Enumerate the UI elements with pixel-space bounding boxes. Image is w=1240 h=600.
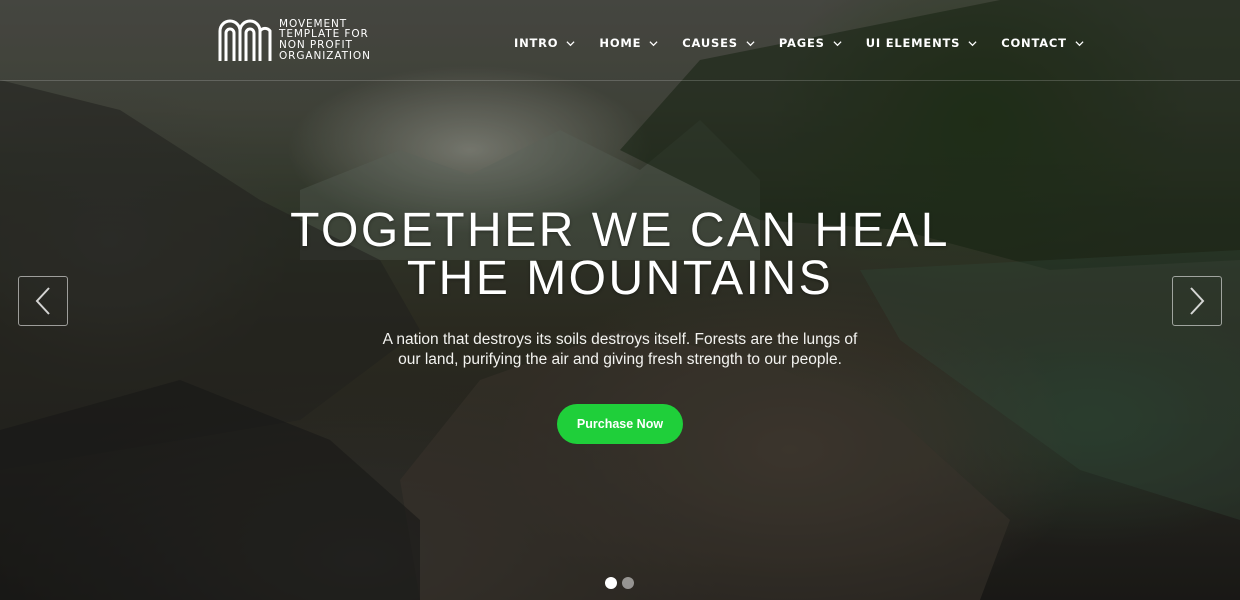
slider-dot-2[interactable] (622, 577, 634, 589)
slider-next-button[interactable] (1172, 276, 1222, 326)
chevron-down-icon (833, 40, 842, 46)
logo-text: MOVEMENT TEMPLATE FOR NON PROFIT ORGANIZ… (279, 18, 371, 62)
hero-title-line: THE MOUNTAINS (406, 252, 834, 305)
nav-item-label: UI ELEMENTS (865, 36, 961, 50)
nav-item-home[interactable]: HOME (599, 36, 658, 50)
chevron-down-icon (649, 40, 658, 46)
chevron-down-icon (566, 40, 575, 46)
site-logo[interactable]: MOVEMENT TEMPLATE FOR NON PROFIT ORGANIZ… (217, 17, 371, 63)
nav-item-intro[interactable]: INTRO (514, 36, 575, 50)
site-header: MOVEMENT TEMPLATE FOR NON PROFIT ORGANIZ… (0, 0, 1240, 81)
nav-item-label: PAGES (778, 36, 825, 50)
nav-item-label: CAUSES (682, 36, 738, 50)
chevron-right-icon (1190, 287, 1205, 315)
hero-subtitle: A nation that destroys its soils destroy… (382, 331, 858, 368)
logo-line: ORGANIZATION (279, 49, 371, 62)
chevron-down-icon (746, 40, 755, 46)
nav-item-label: CONTACT (1001, 36, 1067, 50)
chevron-left-icon (35, 287, 50, 315)
movement-logo-icon (218, 19, 272, 61)
main-nav: INTRO HOME CAUSES PAGES UI ELEMENTS CONT… (514, 36, 1108, 50)
chevron-down-icon (968, 40, 977, 46)
nav-item-ui-elements[interactable]: UI ELEMENTS (866, 36, 978, 50)
nav-item-label: INTRO (514, 36, 559, 50)
hero-title-line: TOGETHER WE CAN HEAL (290, 204, 950, 257)
purchase-now-button[interactable]: Purchase Now (557, 404, 683, 444)
nav-item-causes[interactable]: CAUSES (682, 36, 755, 50)
nav-item-pages[interactable]: PAGES (779, 36, 842, 50)
slider-pagination (605, 577, 639, 589)
nav-item-contact[interactable]: CONTACT (1001, 36, 1084, 50)
chevron-down-icon (1075, 40, 1084, 46)
slider-dot-1[interactable] (605, 577, 617, 589)
hero-title: TOGETHER WE CAN HEAL THE MOUNTAINS (0, 207, 1240, 303)
slider-prev-button[interactable] (18, 276, 68, 326)
nav-item-label: HOME (599, 36, 642, 50)
